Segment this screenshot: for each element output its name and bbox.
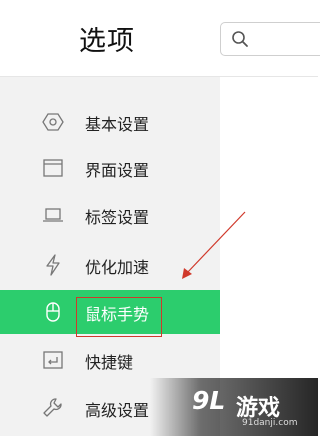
- annotation-arrow: [182, 211, 246, 279]
- watermark-url: 91danji.com: [242, 418, 298, 428]
- watermark-logo: 9L: [192, 386, 226, 415]
- site-watermark: 9L 游戏 91danji.com: [150, 378, 318, 436]
